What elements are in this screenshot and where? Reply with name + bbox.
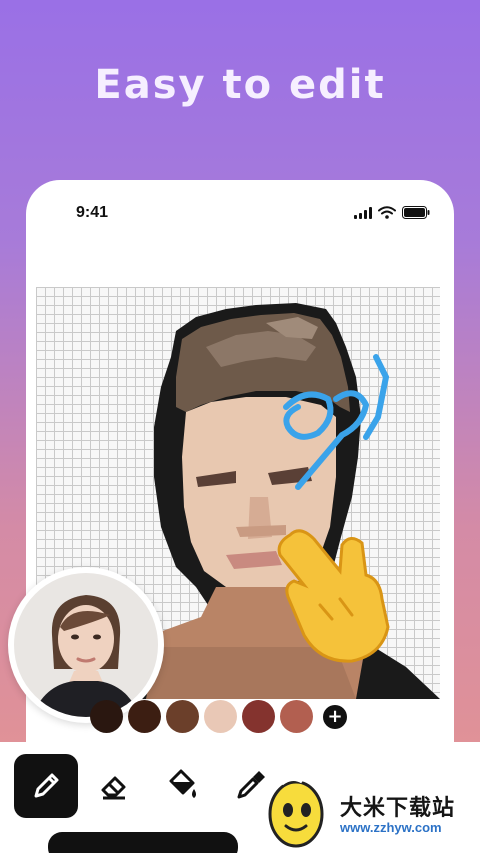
watermark-logo-icon xyxy=(268,777,324,848)
add-color-button[interactable]: + xyxy=(323,704,347,729)
color-swatch[interactable] xyxy=(90,700,123,733)
status-bar: 9:41 xyxy=(26,180,454,250)
eraser-tool-button[interactable] xyxy=(82,754,146,818)
wifi-icon xyxy=(378,206,396,219)
color-swatch[interactable] xyxy=(204,700,237,733)
tap-hand-icon xyxy=(270,515,400,669)
watermark-title: 大米下载站 xyxy=(340,796,456,821)
status-time: 9:41 xyxy=(76,204,109,221)
pencil-tool-button[interactable] xyxy=(14,754,78,818)
eraser-icon xyxy=(101,776,126,800)
watermark-url: www.zzhyw.com xyxy=(340,820,442,835)
fill-tool-button[interactable] xyxy=(150,754,214,818)
color-palette: + xyxy=(90,700,347,733)
portrait-photo xyxy=(14,573,158,717)
cellular-signal-icon xyxy=(354,207,372,219)
paint-bucket-icon xyxy=(169,769,196,798)
color-swatch[interactable] xyxy=(166,700,199,733)
headline: Easy to edit xyxy=(94,62,386,108)
color-swatch[interactable] xyxy=(280,700,313,733)
bottom-action-bar[interactable] xyxy=(48,832,238,853)
battery-icon xyxy=(402,206,430,219)
color-swatch[interactable] xyxy=(242,700,275,733)
status-icons xyxy=(354,206,430,219)
color-swatch[interactable] xyxy=(128,700,161,733)
watermark: 大米下载站 www.zzhyw.com xyxy=(262,768,480,850)
pencil-icon xyxy=(34,773,59,798)
